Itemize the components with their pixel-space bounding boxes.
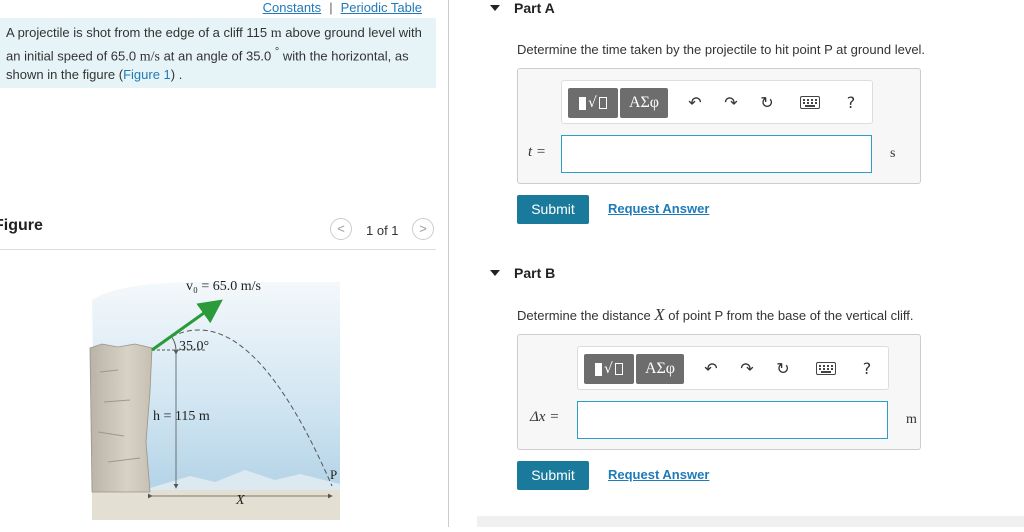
- distance-answer-input[interactable]: [577, 401, 888, 439]
- part-b-question: Determine the distance X of point P from…: [517, 305, 914, 325]
- part-a-question: Determine the time taken by the projecti…: [517, 42, 926, 57]
- part-a-request-answer-link[interactable]: Request Answer: [608, 201, 709, 216]
- velocity-label: v₀ = 65.0 m/s: [186, 279, 261, 294]
- part-a-answer-box: √ ΑΣφ ↶ ↷ ↻ ? t = s: [517, 68, 921, 184]
- figure-title: Figure: [0, 217, 43, 234]
- redo-icon[interactable]: ↷: [736, 358, 758, 380]
- reset-icon[interactable]: ↻: [772, 358, 794, 380]
- reset-icon[interactable]: ↻: [756, 92, 778, 114]
- answer-variable: t =: [528, 144, 547, 160]
- question-text: Determine the distance: [517, 308, 655, 323]
- figure-link[interactable]: Figure 1: [123, 67, 171, 82]
- help-icon[interactable]: ?: [840, 92, 862, 114]
- part-b-request-answer-link[interactable]: Request Answer: [608, 467, 709, 482]
- left-panel: Constants | Periodic Table A projectile is…: [0, 0, 436, 527]
- part-b-answer-box: √ ΑΣφ ↶ ↷ ↻ ? Δx = m: [517, 334, 921, 450]
- column-divider: [448, 0, 449, 527]
- math-toolbar: √ ΑΣφ ↶ ↷ ↻ ?: [561, 80, 873, 124]
- problem-text: ) .: [170, 67, 183, 83]
- cliff: [89, 343, 153, 493]
- ground: [92, 490, 340, 520]
- part-b-header[interactable]: Part B: [490, 265, 555, 281]
- projectile-diagram: v₀ = 65.0 m/s 35.0° h = 115 m X P: [89, 279, 340, 520]
- answer-label: t =: [528, 144, 546, 161]
- height-label: h = 115 m: [153, 409, 210, 424]
- point-p-label: P: [330, 467, 337, 482]
- part-a-title: Part A: [514, 0, 555, 16]
- next-part-bar: [477, 516, 1024, 527]
- reference-links: Constants | Periodic Table: [263, 0, 422, 15]
- math-toolbar: √ ΑΣφ ↶ ↷ ↻ ?: [577, 346, 889, 390]
- keyboard-icon[interactable]: [816, 362, 836, 375]
- question-text: of point P from the base of the vertical…: [664, 308, 914, 323]
- part-b-title: Part B: [514, 265, 556, 281]
- undo-icon[interactable]: ↶: [700, 358, 722, 380]
- help-icon[interactable]: ?: [856, 358, 878, 380]
- collapse-triangle-icon[interactable]: [490, 270, 500, 276]
- angle-label: 35.0°: [179, 339, 209, 354]
- unit-meters-per-second: m/s: [139, 49, 160, 65]
- previous-figure-button[interactable]: <: [330, 218, 352, 240]
- unit-label: s: [890, 146, 896, 161]
- keyboard-icon[interactable]: [800, 96, 820, 109]
- undo-icon[interactable]: ↶: [684, 92, 706, 114]
- figure-header: Figure < 1 of 1 >: [0, 210, 436, 250]
- problem-text: A projectile is shot from the edge of a …: [6, 25, 271, 40]
- constants-link[interactable]: Constants: [263, 0, 322, 15]
- template-icon[interactable]: √: [584, 354, 634, 384]
- redo-icon[interactable]: ↷: [720, 92, 742, 114]
- part-a-header[interactable]: Part A: [490, 0, 555, 16]
- unit-label: m: [906, 412, 917, 427]
- answer-variable: Δx =: [530, 409, 560, 425]
- distance-label: X: [235, 493, 245, 508]
- answer-label: Δx =: [530, 409, 559, 426]
- template-icon[interactable]: √: [568, 88, 618, 118]
- link-separator: |: [329, 0, 333, 15]
- next-figure-button[interactable]: >: [412, 218, 434, 240]
- question-variable: X: [654, 305, 665, 324]
- problem-statement: A projectile is shot from the edge of a …: [0, 18, 436, 88]
- time-answer-input[interactable]: [561, 135, 872, 173]
- greek-symbols-icon[interactable]: ΑΣφ: [620, 88, 668, 118]
- collapse-triangle-icon[interactable]: [490, 5, 500, 11]
- part-a-submit-button[interactable]: Submit: [517, 195, 589, 224]
- figure-image: v₀ = 65.0 m/s 35.0° h = 115 m X P: [0, 252, 436, 527]
- greek-symbols-icon[interactable]: ΑΣφ: [636, 354, 684, 384]
- part-b-submit-button[interactable]: Submit: [517, 461, 589, 490]
- problem-text: at an angle of 35.0: [159, 48, 275, 64]
- unit-meters: m: [270, 26, 282, 41]
- periodic-table-link[interactable]: Periodic Table: [341, 0, 422, 15]
- figure-pager: 1 of 1: [366, 223, 399, 238]
